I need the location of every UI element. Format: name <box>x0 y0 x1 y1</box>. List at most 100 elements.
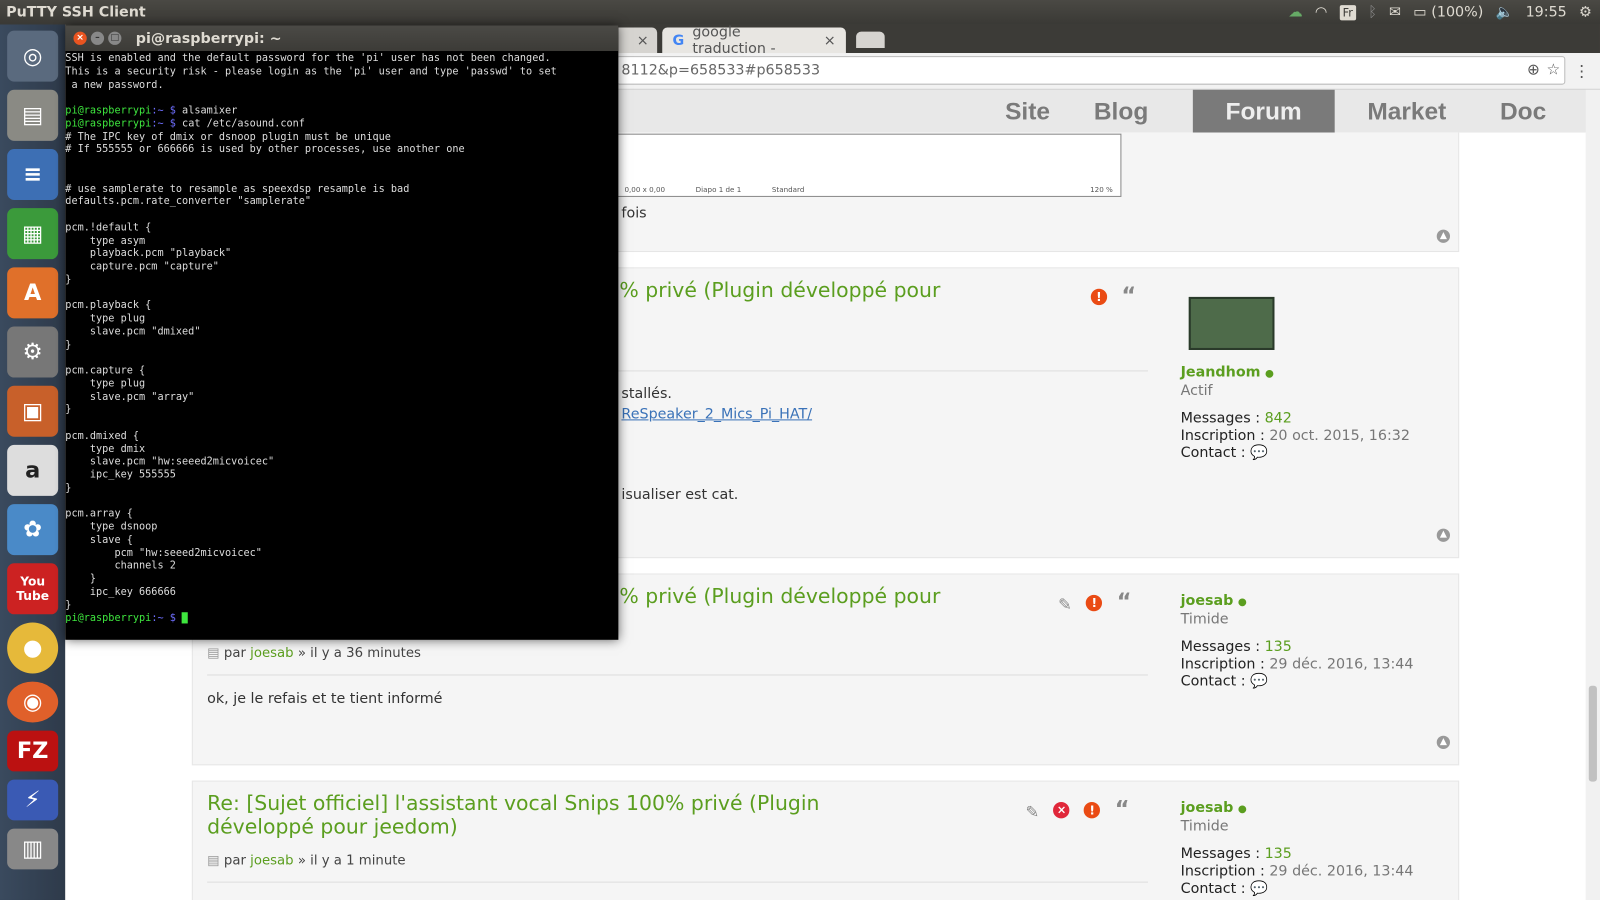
post-title[interactable]: Re: [Sujet officiel] l'assistant vocal S… <box>207 791 921 839</box>
ubuntu-dash-icon[interactable]: ◎ <box>7 30 59 82</box>
back-to-top-icon[interactable]: ▲ <box>1436 735 1450 749</box>
keyboard-layout-indicator[interactable]: Fr <box>1339 4 1356 20</box>
messages-count[interactable]: 842 <box>1265 410 1292 426</box>
nav-site[interactable]: Site <box>1005 90 1050 133</box>
online-indicator: ● <box>1265 368 1274 380</box>
quote-icon[interactable]: “ <box>1117 591 1132 614</box>
scrollbar-thumb[interactable] <box>1588 685 1597 782</box>
user-avatar[interactable] <box>1188 296 1275 350</box>
zoom-icon[interactable]: ⊕ <box>1527 60 1540 78</box>
firefox-icon[interactable]: ◉ <box>7 681 59 723</box>
menu-icon[interactable]: ⋮ <box>1573 61 1589 80</box>
author-link[interactable]: joesab <box>250 853 293 868</box>
prompt-user: pi@raspberrypi <box>65 613 152 625</box>
back-to-top-icon[interactable]: ▲ <box>1436 528 1450 542</box>
nav-blog[interactable]: Blog <box>1094 90 1148 133</box>
youtube-icon[interactable]: You Tube <box>7 563 59 615</box>
playonlinux-icon[interactable]: ✿ <box>7 504 59 556</box>
post-time: » il y a 1 minute <box>297 853 406 869</box>
tab-label: google traduction - <box>692 23 776 57</box>
contact-icon[interactable]: 💬 <box>1250 881 1268 897</box>
command-output: # The IPC key of dmix or dsnoop plugin m… <box>65 131 465 611</box>
putty-terminal-window: × – □ pi@raspberrypi: ~ SSH is enabled a… <box>65 25 619 640</box>
terminal-output[interactable]: SSH is enabled and the default password … <box>65 51 618 626</box>
user-profile: joesab ● Timide Messages : 135 Inscripti… <box>1181 800 1414 898</box>
post-title[interactable]: % privé (Plugin développé pour <box>619 278 1088 302</box>
tab-google-traduction[interactable]: G google traduction - × <box>662 24 846 57</box>
tab-close-icon[interactable]: × <box>824 32 836 48</box>
system-settings-icon[interactable]: ⚙ <box>7 326 59 378</box>
gear-icon[interactable]: ⚙ <box>1579 4 1592 20</box>
nav-doc[interactable]: Doc <box>1500 90 1546 133</box>
prompt-symbol: $ <box>163 613 183 625</box>
username[interactable]: Jeandhom <box>1181 364 1261 380</box>
prompt-path: :~ <box>151 118 164 130</box>
writer-icon[interactable]: ≡ <box>7 148 59 200</box>
preview-layout: Standard <box>771 185 805 194</box>
quote-icon[interactable]: “ <box>1121 285 1136 307</box>
back-to-top-icon[interactable]: ▲ <box>1436 229 1450 243</box>
messages-count[interactable]: 135 <box>1265 846 1292 862</box>
messages-label: Messages : <box>1180 638 1261 656</box>
wifi-icon[interactable]: ◠ <box>1315 4 1327 20</box>
minimize-button[interactable]: – <box>90 31 105 45</box>
close-button[interactable]: × <box>73 31 87 45</box>
cloud-sync-icon[interactable]: ☁ <box>1288 4 1302 20</box>
edit-icon[interactable]: ✎ <box>1058 595 1072 614</box>
nav-forum[interactable]: Forum <box>1192 89 1335 133</box>
post-title[interactable]: % privé (Plugin développé pour <box>619 584 1048 608</box>
battery-indicator[interactable]: ▭ (100%) <box>1413 4 1483 20</box>
user-rank: Actif <box>1180 382 1213 399</box>
command: alsamixer <box>182 105 238 117</box>
page-scrollbar[interactable] <box>1585 89 1600 900</box>
prompt-path: :~ <box>151 613 164 625</box>
prompt-symbol: $ <box>163 118 183 130</box>
chrome-icon[interactable]: ● <box>7 622 59 674</box>
url-bar[interactable]: 8112&p=658533#p658533 ⊕ ☆ <box>616 56 1566 85</box>
tab-close-icon[interactable]: × <box>637 32 649 48</box>
contact-icon[interactable]: 💬 <box>1250 445 1268 461</box>
bluetooth-icon[interactable]: ᛒ <box>1368 4 1377 20</box>
files-icon[interactable]: ▤ <box>7 89 59 141</box>
mail-icon[interactable]: ✉ <box>1389 4 1401 20</box>
delete-icon[interactable]: × <box>1053 802 1070 819</box>
author-link[interactable]: joesab <box>250 646 293 661</box>
amazon-icon[interactable]: a <box>7 444 59 496</box>
volume-icon[interactable]: 🔈 <box>1496 4 1514 20</box>
command: cat /etc/asound.conf <box>182 118 305 130</box>
inscription-date: 20 oct. 2015, 16:32 <box>1269 427 1410 444</box>
report-icon[interactable]: ! <box>1090 288 1108 306</box>
battery-percent: (100%) <box>1431 4 1484 21</box>
workspaces-icon[interactable]: ▥ <box>7 828 59 870</box>
filezilla-icon[interactable]: FZ <box>7 730 59 772</box>
edit-icon[interactable]: ✎ <box>1026 802 1040 821</box>
impress-icon[interactable]: ▣ <box>7 385 59 437</box>
post-icon: ▤ <box>207 853 220 869</box>
username[interactable]: joesab <box>1181 800 1234 816</box>
prompt-symbol: $ <box>163 105 183 117</box>
report-icon[interactable]: ! <box>1084 802 1101 819</box>
contact-icon[interactable]: 💬 <box>1250 673 1268 689</box>
prompt-user: pi@raspberrypi <box>65 105 152 117</box>
software-center-icon[interactable]: A <box>7 267 59 319</box>
calc-icon[interactable]: ▦ <box>7 208 59 260</box>
post-link[interactable]: ReSpeaker_2_Mics_Pi_HAT/ <box>621 406 812 422</box>
messages-count[interactable]: 135 <box>1265 639 1292 655</box>
url-text: 8112&p=658533#p658533 <box>621 62 821 79</box>
username[interactable]: joesab <box>1181 593 1234 609</box>
post-text: ok, je le refais et te tient informé <box>207 690 443 708</box>
post-text: isualiser est cat. <box>621 486 739 504</box>
remote-desktop-icon[interactable]: ⚡ <box>7 779 59 821</box>
nav-market[interactable]: Market <box>1367 90 1446 133</box>
online-indicator: ● <box>1237 804 1247 816</box>
bookmark-star-icon[interactable]: ☆ <box>1546 60 1560 78</box>
report-icon[interactable]: ! <box>1086 594 1103 612</box>
quote-icon[interactable]: “ <box>1115 798 1130 821</box>
terminal-titlebar[interactable]: × – □ pi@raspberrypi: ~ <box>65 25 619 52</box>
preview-slide: Diapo 1 de 1 <box>695 185 742 194</box>
clock[interactable]: 19:55 <box>1526 4 1567 20</box>
new-tab-button[interactable] <box>856 31 885 48</box>
post-time: » il y a 36 minutes <box>297 645 421 662</box>
maximize-button[interactable]: □ <box>108 31 122 45</box>
messages-label: Messages : <box>1180 410 1261 427</box>
